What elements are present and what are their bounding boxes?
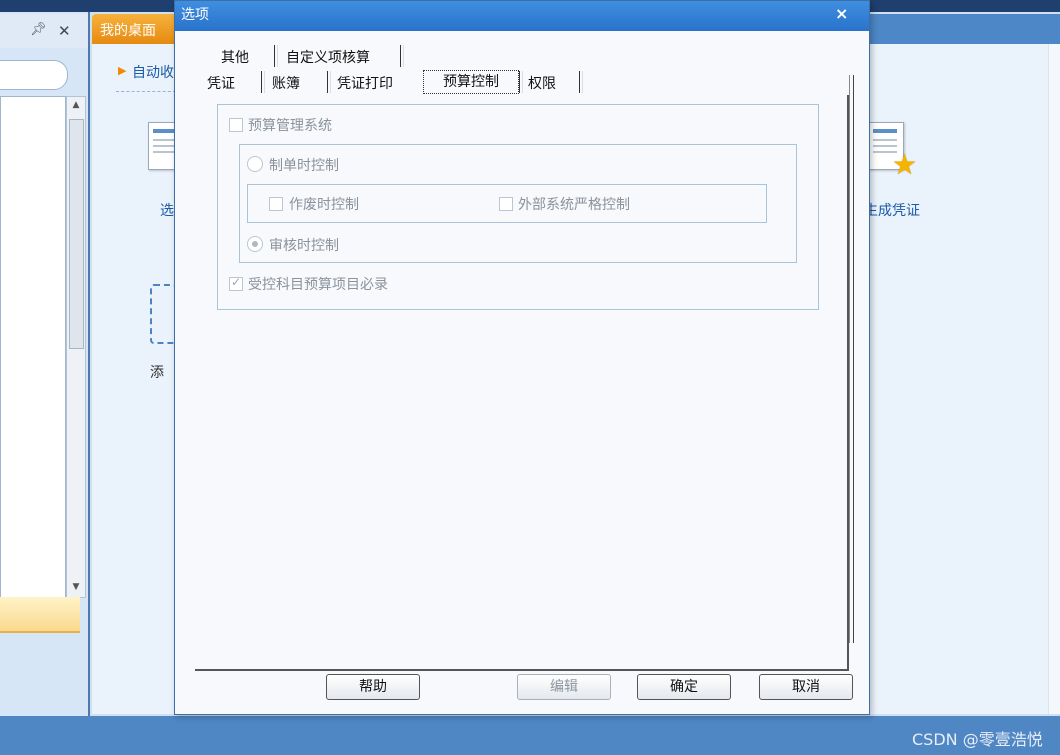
pin-icon[interactable]: 📌︎ bbox=[30, 22, 47, 38]
dialog-titlebar[interactable]: 选项 × bbox=[175, 1, 869, 31]
add-shortcut-label[interactable]: 添 bbox=[150, 362, 164, 382]
option-shortcut-label[interactable]: 选 bbox=[160, 200, 174, 220]
panel-list bbox=[0, 96, 66, 598]
tab-other[interactable]: 其他 bbox=[221, 47, 249, 67]
tab-separator bbox=[261, 71, 265, 93]
tab-budget-control[interactable]: 预算控制 bbox=[423, 70, 519, 94]
tab-separator bbox=[519, 71, 523, 93]
scroll-up-arrow-icon[interactable]: ▲ bbox=[67, 97, 85, 113]
tab-custom-item-accounting[interactable]: 自定义项核算 bbox=[286, 47, 370, 67]
tab-separator bbox=[274, 45, 278, 67]
triangle-right-icon: ▶ bbox=[118, 64, 127, 77]
right-edge-panel bbox=[1048, 44, 1060, 714]
tab-voucher-print[interactable]: 凭证打印 bbox=[337, 73, 393, 93]
budget-system-checkbox[interactable] bbox=[229, 118, 243, 132]
tab-page-edge bbox=[849, 75, 854, 643]
star-icon: ★ bbox=[892, 148, 918, 181]
panel-search-input[interactable] bbox=[0, 60, 68, 90]
tab-separator bbox=[327, 71, 331, 93]
selected-list-item[interactable] bbox=[0, 597, 80, 633]
scroll-down-arrow-icon[interactable]: ▼ bbox=[67, 579, 85, 595]
external-strict-control-checkbox[interactable] bbox=[499, 197, 513, 211]
budget-system-label: 预算管理系统 bbox=[248, 118, 332, 134]
make-control-label: 制单时控制 bbox=[269, 158, 339, 174]
audit-control-radio[interactable] bbox=[247, 236, 263, 252]
void-control-checkbox[interactable] bbox=[269, 197, 283, 211]
watermark: CSDN @零壹浩悦 bbox=[912, 730, 1043, 749]
scroll-thumb[interactable] bbox=[69, 119, 84, 349]
tab-permission[interactable]: 权限 bbox=[528, 73, 556, 93]
dialog-title: 选项 bbox=[181, 7, 209, 23]
close-icon[interactable]: × bbox=[835, 4, 848, 23]
audit-control-label: 审核时控制 bbox=[269, 238, 339, 254]
right-header-bar bbox=[866, 14, 1060, 44]
tab-separator bbox=[400, 45, 404, 67]
generate-voucher-shortcut[interactable]: 生成凭证 bbox=[864, 200, 920, 220]
tab-ledger[interactable]: 账簿 bbox=[272, 73, 300, 93]
divider bbox=[116, 91, 176, 92]
tab-voucher[interactable]: 凭证 bbox=[207, 73, 235, 93]
tab-my-desktop[interactable]: 我的桌面 bbox=[92, 14, 180, 44]
tab-separator bbox=[579, 71, 583, 93]
cancel-button[interactable]: 取消 bbox=[759, 674, 853, 700]
make-control-radio[interactable] bbox=[247, 156, 263, 172]
close-icon[interactable]: ✕ bbox=[58, 22, 74, 40]
external-strict-control-label: 外部系统严格控制 bbox=[518, 197, 630, 213]
budget-item-required-checkbox[interactable] bbox=[229, 275, 243, 291]
auto-collect-link[interactable]: 自动收 bbox=[132, 62, 176, 82]
edit-button[interactable]: 编辑 bbox=[517, 674, 611, 700]
ok-button[interactable]: 确定 bbox=[637, 674, 731, 700]
help-button[interactable]: 帮助 bbox=[326, 674, 420, 700]
void-control-label: 作废时控制 bbox=[289, 197, 359, 213]
scrollbar[interactable]: ▲ ▼ bbox=[66, 96, 86, 598]
budget-item-required-label: 受控科目预算项目必录 bbox=[248, 277, 388, 293]
status-bar bbox=[0, 716, 1060, 755]
add-shortcut-icon[interactable] bbox=[150, 284, 176, 344]
options-dialog: 选项 × 其他 自定义项核算 凭证 账簿 凭证打印 预算控制 权限 预算管理系统… bbox=[174, 0, 870, 715]
tab-my-desktop-label: 我的桌面 bbox=[100, 23, 156, 39]
